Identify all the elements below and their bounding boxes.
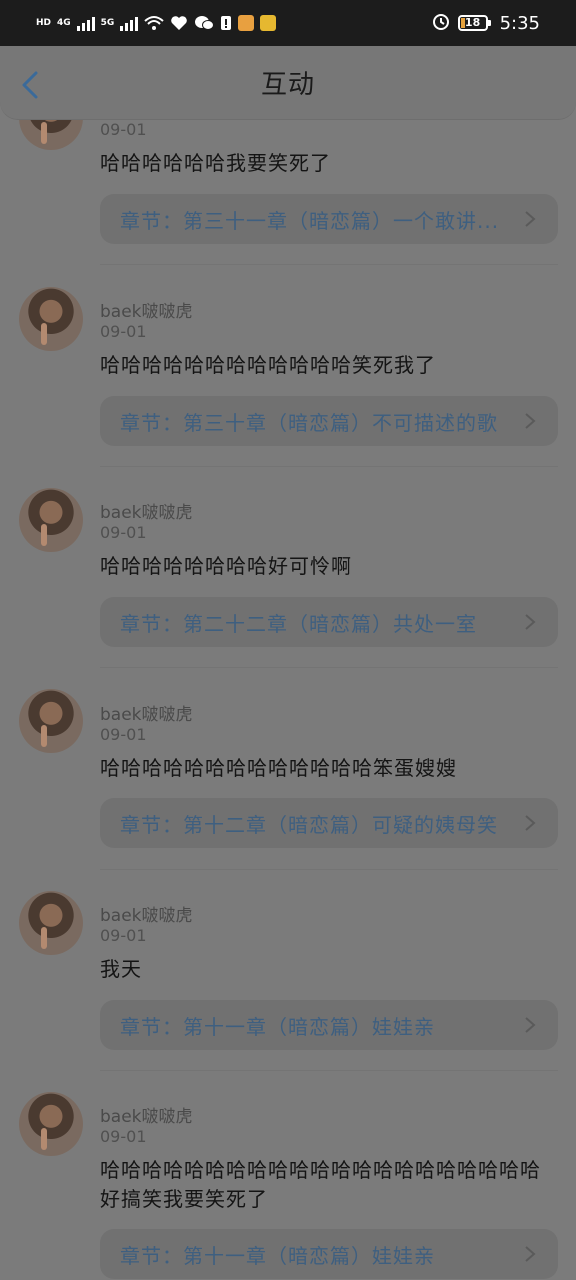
avatar[interactable] — [19, 689, 83, 753]
chapter-title: 章节：第三十一章（暗恋篇）一个敢讲... — [120, 208, 500, 233]
header-bar: 互动 — [0, 46, 576, 120]
divider — [100, 869, 558, 870]
comment-date: 09-01 — [100, 523, 147, 542]
chevron-right-icon — [525, 614, 536, 630]
chevron-right-icon — [525, 1017, 536, 1033]
divider — [100, 1070, 558, 1071]
chevron-right-icon — [525, 413, 536, 429]
comment-list[interactable]: 09-01 哈哈哈哈哈哈我要笑死了 章节：第三十一章（暗恋篇）一个敢讲... b… — [0, 0, 576, 1280]
username[interactable]: baek啵啵虎 — [100, 498, 193, 523]
chapter-link[interactable]: 章节：第十二章（暗恋篇）可疑的姨母笑 — [100, 798, 558, 848]
chapter-title: 章节：第二十二章（暗恋篇）共处一室 — [120, 611, 477, 636]
comment-text: 哈哈哈哈哈哈哈哈好可怜啊 — [100, 554, 352, 578]
comment-text: 哈哈哈哈哈哈我要笑死了 — [100, 151, 331, 175]
avatar[interactable] — [19, 488, 83, 552]
comment-date: 09-01 — [100, 725, 147, 744]
comment-date: 09-01 — [100, 926, 147, 945]
comment-text: 哈哈哈哈哈哈哈哈哈哈哈哈哈笨蛋嫂嫂 — [100, 756, 457, 780]
comment-date: 09-01 — [100, 1127, 147, 1146]
chapter-link[interactable]: 章节：第十一章（暗恋篇）娃娃亲 — [100, 1229, 558, 1279]
chapter-link[interactable]: 章节：第三十章（暗恋篇）不可描述的歌 — [100, 396, 558, 446]
chevron-right-icon — [525, 815, 536, 831]
avatar[interactable] — [19, 287, 83, 351]
comment-text: 哈哈哈哈哈哈哈哈哈哈哈哈哈哈哈哈哈哈哈哈哈好搞笑我要笑死了 — [100, 1158, 541, 1211]
chapter-title: 章节：第十一章（暗恋篇）娃娃亲 — [120, 1014, 435, 1039]
chevron-right-icon — [525, 1246, 536, 1262]
comment-date: 09-01 — [100, 120, 147, 139]
username[interactable]: baek啵啵虎 — [100, 1102, 193, 1127]
username[interactable]: baek啵啵虎 — [100, 297, 193, 322]
avatar[interactable] — [19, 1092, 83, 1156]
username[interactable]: baek啵啵虎 — [100, 700, 193, 725]
username[interactable]: baek啵啵虎 — [100, 901, 193, 926]
comment-text: 我天 — [100, 957, 142, 981]
back-arrow-icon — [22, 71, 38, 99]
divider — [100, 667, 558, 668]
page-title: 互动 — [260, 70, 315, 100]
avatar[interactable] — [19, 891, 83, 955]
chapter-title: 章节：第三十章（暗恋篇）不可描述的歌 — [120, 410, 498, 435]
comment-date: 09-01 — [100, 322, 147, 341]
chevron-right-icon — [525, 211, 536, 227]
chapter-link[interactable]: 章节：第十一章（暗恋篇）娃娃亲 — [100, 1000, 558, 1050]
divider — [100, 466, 558, 467]
divider — [100, 264, 558, 265]
chapter-link[interactable]: 章节：第二十二章（暗恋篇）共处一室 — [100, 597, 558, 647]
comment-text: 哈哈哈哈哈哈哈哈哈哈哈哈笑死我了 — [100, 353, 436, 377]
chapter-title: 章节：第十一章（暗恋篇）娃娃亲 — [120, 1243, 435, 1268]
back-button[interactable] — [18, 70, 44, 100]
chapter-link[interactable]: 章节：第三十一章（暗恋篇）一个敢讲... — [100, 194, 558, 244]
chapter-title: 章节：第十二章（暗恋篇）可疑的姨母笑 — [120, 812, 498, 837]
